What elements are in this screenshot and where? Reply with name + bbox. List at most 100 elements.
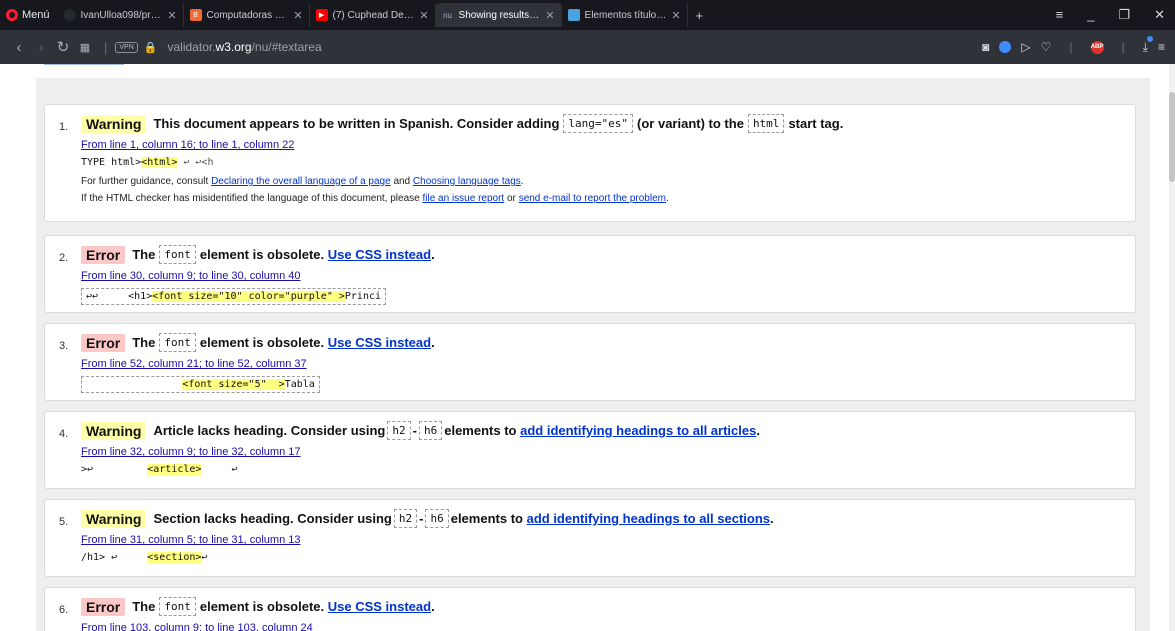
message-heading: Error The font element is obsolete. Use … bbox=[81, 597, 1135, 616]
message-text: This document appears to be written in S… bbox=[153, 116, 560, 131]
message-heading: Warning Section lacks heading. Consider … bbox=[81, 509, 1135, 528]
blogger-icon: B bbox=[189, 9, 202, 21]
adblock-icon[interactable]: ABP bbox=[1090, 40, 1104, 54]
lock-icon[interactable]: 🔒 bbox=[144, 41, 158, 54]
close-tab-icon[interactable]: ✕ bbox=[419, 9, 428, 22]
note-text: If the HTML checker has misidentified th… bbox=[81, 193, 420, 204]
download-badge bbox=[1146, 35, 1153, 42]
separator: | bbox=[1069, 40, 1073, 54]
extract-text bbox=[86, 379, 182, 390]
code-snippet: h2 bbox=[393, 509, 418, 528]
declaring-language-link[interactable]: Declaring the overall language of a page bbox=[211, 176, 391, 187]
back-icon[interactable]: ‹ bbox=[8, 39, 30, 56]
location-link[interactable]: From line 103, column 9; to line 103, co… bbox=[81, 622, 1135, 631]
new-tab-icon[interactable]: + bbox=[688, 8, 712, 23]
snapshot-icon[interactable]: ◙ bbox=[982, 40, 989, 54]
validator-icon: nu bbox=[441, 9, 454, 21]
add-headings-articles-link[interactable]: add identifying headings to all articles bbox=[520, 423, 756, 438]
close-tab-icon[interactable]: ✕ bbox=[545, 9, 554, 22]
location-link[interactable]: From line 30, column 9; to line 30, colu… bbox=[81, 270, 1135, 282]
guidance-note: For further guidance, consult Declaring … bbox=[81, 176, 1135, 187]
play-icon[interactable]: ▷ bbox=[1021, 40, 1030, 54]
extract-highlight: <article> bbox=[147, 464, 202, 475]
location-link[interactable]: From line 52, column 21; to line 52, col… bbox=[81, 358, 1135, 370]
use-css-link[interactable]: Use CSS instead bbox=[328, 335, 431, 350]
message-text: The bbox=[132, 335, 156, 350]
restore-icon[interactable]: ❐ bbox=[1118, 7, 1130, 23]
reload-icon[interactable]: ↻ bbox=[52, 38, 74, 56]
browser-tab-bar: Menú IvanUlloa098/practica_html ✕ B Comp… bbox=[0, 0, 1175, 30]
minimize-icon[interactable]: _ bbox=[1087, 7, 1094, 23]
github-icon bbox=[63, 9, 76, 21]
heart-icon[interactable]: ♡ bbox=[1041, 40, 1052, 54]
message-text: . bbox=[431, 335, 435, 350]
extract-highlight: <html> bbox=[141, 157, 178, 168]
toolbar-icons: ◙ ▷ ♡ | ABP | ⤓ ≡ bbox=[982, 35, 1175, 55]
message-text: element is obsolete. bbox=[199, 335, 325, 350]
code-snippet: h2 bbox=[387, 421, 411, 440]
tab-github[interactable]: IvanUlloa098/practica_html ✕ bbox=[58, 3, 184, 27]
forward-icon[interactable]: › bbox=[30, 39, 52, 56]
source-extract: TYPE html><html> ↩ ↩<h bbox=[81, 157, 213, 168]
extract-text: /h1> ↩ bbox=[81, 552, 148, 563]
tab-validator[interactable]: nu Showing results for conten ✕ bbox=[435, 3, 562, 27]
url-field[interactable]: validator.w3.org/nu/#textarea bbox=[168, 40, 322, 54]
extract-text: Tabla bbox=[284, 379, 315, 390]
location-link[interactable]: From line 32, column 9; to line 32, colu… bbox=[81, 446, 1135, 458]
location-link[interactable]: From line 31, column 5; to line 31, colu… bbox=[81, 534, 1135, 546]
code-snippet: html bbox=[747, 114, 785, 133]
note-text: and bbox=[393, 176, 411, 187]
tab-computadoras[interactable]: B Computadoras de lo 80s ✕ bbox=[184, 3, 310, 27]
vpn-badge[interactable]: VPN bbox=[115, 41, 138, 53]
message-number: 4. bbox=[59, 428, 69, 440]
send-email-link[interactable]: send e-mail to report the problem bbox=[519, 193, 666, 204]
code-snippet: font bbox=[159, 245, 196, 264]
message-text: elements to bbox=[450, 511, 523, 526]
close-tab-icon[interactable]: ✕ bbox=[671, 9, 680, 22]
tab-title: Showing results for conten bbox=[458, 9, 541, 21]
extract-text: ↩↩ <h1> bbox=[86, 291, 153, 302]
message-heading: Error The font element is obsolete. Use … bbox=[81, 245, 1135, 264]
extract-highlight: <font size="10" color="purple" > bbox=[152, 291, 345, 302]
message-item: 4. Warning Article lacks heading. Consid… bbox=[44, 411, 1136, 489]
browser-menu-button[interactable]: Menú bbox=[0, 0, 58, 30]
message-text: . bbox=[431, 247, 435, 262]
code-snippet: font bbox=[159, 333, 196, 352]
easy-setup-icon[interactable]: ≡ bbox=[1158, 40, 1165, 54]
tab-youtube[interactable]: ▶ (7) Cuphead Developers Re ✕ bbox=[310, 3, 436, 27]
developer-site-icon bbox=[567, 9, 580, 21]
extract-text: ↩ bbox=[201, 552, 208, 563]
message-number: 3. bbox=[59, 340, 69, 352]
warning-label: Warning bbox=[81, 421, 147, 440]
message-item: 6. Error The font element is obsolete. U… bbox=[44, 587, 1136, 631]
speed-dial-icon[interactable]: ▦ bbox=[74, 41, 96, 54]
results-panel: 1. Warning This document appears to be w… bbox=[36, 78, 1150, 631]
tab-menu-icon[interactable]: ≡ bbox=[1056, 7, 1064, 23]
extract-text: TYPE html> bbox=[81, 157, 142, 168]
message-text: - bbox=[412, 423, 417, 438]
file-issue-link[interactable]: file an issue report bbox=[423, 193, 505, 204]
tab-title: IvanUlloa098/practica_html bbox=[80, 9, 163, 21]
message-number: 5. bbox=[59, 516, 69, 528]
misidentified-note: If the HTML checker has misidentified th… bbox=[81, 193, 1135, 204]
choosing-language-tags-link[interactable]: Choosing language tags bbox=[413, 176, 521, 187]
message-text: Section lacks heading. Consider using bbox=[153, 511, 392, 526]
use-css-link[interactable]: Use CSS instead bbox=[328, 599, 431, 614]
close-tab-icon[interactable]: ✕ bbox=[293, 9, 302, 22]
location-link[interactable]: From line 1, column 16; to line 1, colum… bbox=[81, 139, 1135, 151]
shield-icon[interactable] bbox=[999, 41, 1012, 53]
separator: | bbox=[104, 39, 108, 55]
close-tab-icon[interactable]: ✕ bbox=[167, 9, 176, 22]
url-host: validator. bbox=[167, 40, 216, 54]
top-link-underline bbox=[44, 64, 124, 65]
download-icon[interactable]: ⤓ bbox=[1143, 35, 1153, 55]
add-headings-sections-link[interactable]: add identifying headings to all sections bbox=[527, 511, 770, 526]
code-snippet: font bbox=[159, 597, 196, 616]
message-text: Article lacks heading. Consider using bbox=[153, 423, 386, 438]
use-css-link[interactable]: Use CSS instead bbox=[328, 247, 431, 262]
message-text: . bbox=[770, 511, 774, 526]
close-window-icon[interactable]: ✕ bbox=[1154, 7, 1165, 23]
message-number: 2. bbox=[59, 252, 69, 264]
scrollbar-thumb[interactable] bbox=[1169, 92, 1175, 182]
tab-elementos[interactable]: Elementos títulos - HTML | ✕ bbox=[562, 3, 688, 27]
